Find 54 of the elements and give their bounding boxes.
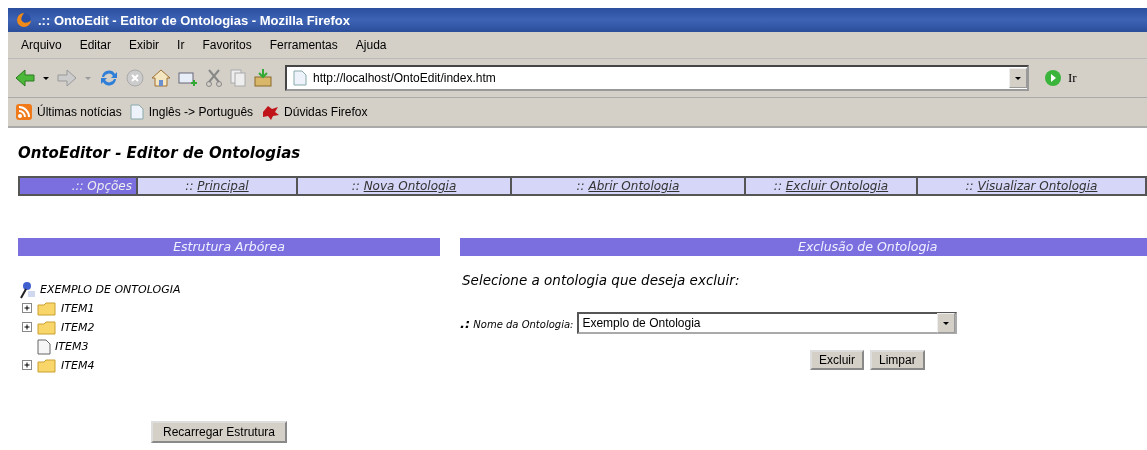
back-icon[interactable] <box>14 68 36 88</box>
panel-heading: Exclusão de Ontologia <box>460 238 1147 256</box>
menu-item[interactable]: Editar <box>70 38 121 52</box>
form-button[interactable]: Limpar <box>870 350 925 370</box>
folder-icon <box>37 301 57 316</box>
folder-icon <box>37 320 57 335</box>
reload-button[interactable]: Recarregar Estrutura <box>151 421 288 443</box>
nav-link[interactable]: :: Principal <box>138 178 298 194</box>
expand-icon[interactable] <box>22 303 33 314</box>
nav-link[interactable]: :: Abrir Ontologia <box>512 178 746 194</box>
menu-item[interactable]: Ferramentas <box>260 38 347 52</box>
stop-icon[interactable] <box>125 68 145 88</box>
menu-item[interactable]: Ir <box>168 38 194 52</box>
folder-icon <box>37 358 57 373</box>
instruction-text: Selecione a ontologia que deseja excluir: <box>462 272 741 288</box>
home-icon[interactable] <box>150 68 172 88</box>
page-title: OntoEditor - Editor de Ontologias <box>18 144 302 162</box>
expand-icon[interactable] <box>22 322 33 333</box>
caret-icon <box>943 322 950 325</box>
document-icon <box>37 338 51 355</box>
nav-link[interactable]: :: Visualizar Ontologia <box>918 178 1147 194</box>
menu-item[interactable]: Arquivo <box>12 38 71 52</box>
nav-link[interactable]: :: Excluir Ontologia <box>746 178 918 194</box>
tree-item[interactable]: ITEM1 <box>61 302 95 315</box>
panel-heading: Estrutura Arbórea <box>18 238 440 256</box>
bookmark-link[interactable]: Últimas notícias <box>16 104 122 120</box>
reload-icon[interactable] <box>98 68 120 88</box>
field-label: .: Nome da Ontologia: <box>460 315 574 331</box>
window-title: .:: OntoEdit - Editor de Ontologias - Mozilla Firefox <box>38 12 350 28</box>
copy-icon[interactable] <box>229 68 247 88</box>
menu-item[interactable]: Ajuda <box>346 38 396 52</box>
nav-header: .:: Opções <box>20 178 138 194</box>
bookmark-link[interactable]: Dúvidas Firefox <box>261 104 368 120</box>
page-icon <box>129 104 144 120</box>
go-button[interactable]: Ir <box>1044 69 1077 87</box>
form-button[interactable]: Excluir <box>810 350 864 370</box>
nav-link[interactable]: :: Nova Ontologia <box>298 178 512 194</box>
address-field[interactable]: http://localhost/OntoEdit/index.htm <box>285 65 1029 91</box>
forward-icon[interactable] <box>56 68 78 88</box>
bookmark-link[interactable]: Inglês -> Português <box>129 104 254 120</box>
dropdown-button[interactable] <box>1009 68 1027 88</box>
tree-root[interactable]: EXEMPLO DE ONTOLOGIA <box>40 283 181 296</box>
ontology-select[interactable]: Exemplo de Ontologia <box>577 312 958 334</box>
feed-icon <box>16 104 32 120</box>
expand-icon[interactable] <box>22 360 33 371</box>
tree-item[interactable]: ITEM4 <box>61 359 95 372</box>
menu-item[interactable]: Favoritos <box>193 38 261 52</box>
tree-item[interactable]: ITEM2 <box>61 321 95 334</box>
cut-icon[interactable] <box>204 68 224 88</box>
box-icon[interactable] <box>252 68 274 88</box>
caret-icon <box>1015 77 1021 80</box>
tree-item[interactable]: ITEM3 <box>55 340 89 353</box>
menu-item[interactable]: Exibir <box>120 38 169 52</box>
page-icon <box>293 70 307 86</box>
